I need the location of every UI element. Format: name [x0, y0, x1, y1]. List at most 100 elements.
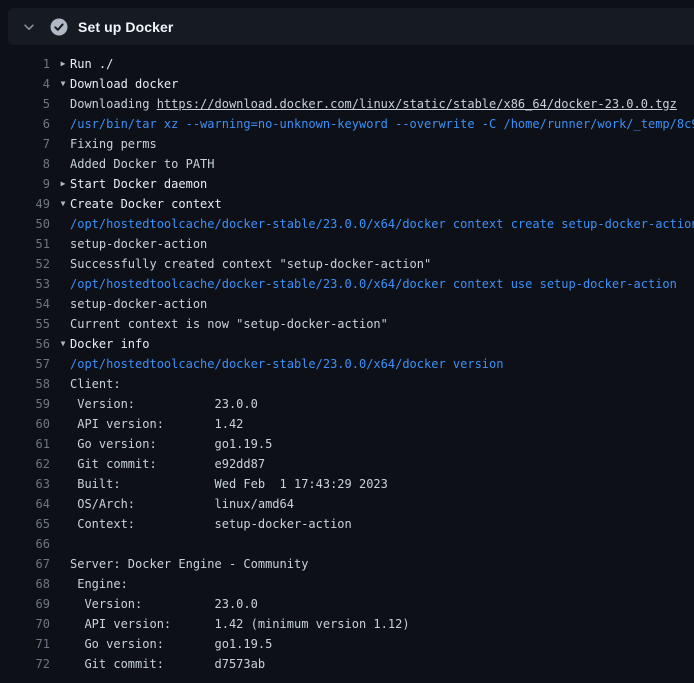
line-number[interactable]: 62 — [0, 454, 50, 474]
log-text: Git commit: e92dd87 — [70, 454, 265, 474]
log-text-segment: /opt/hostedtoolcache/docker-stable/23.0.… — [70, 277, 677, 291]
log-line: 61 Go version: go1.19.5 — [0, 434, 694, 454]
line-number[interactable]: 59 — [0, 394, 50, 414]
log-text: Fixing perms — [70, 134, 157, 154]
line-number[interactable]: 51 — [0, 234, 50, 254]
log-link[interactable]: https://download.docker.com/linux/static… — [157, 97, 677, 111]
log-text-segment: Git commit: e92dd87 — [70, 457, 265, 471]
log-text-segment: /opt/hostedtoolcache/docker-stable/23.0.… — [70, 357, 503, 371]
log-line: 8 Added Docker to PATH — [0, 154, 694, 174]
log-group-row[interactable]: 9 ▶Start Docker daemon — [0, 174, 694, 194]
group-title[interactable]: Run ./ — [70, 54, 113, 74]
line-number[interactable]: 50 — [0, 214, 50, 234]
log-text-segment: Server: Docker Engine - Community — [70, 557, 308, 571]
log-line: 58 Client: — [0, 374, 694, 394]
log-line: 51 setup-docker-action — [0, 234, 694, 254]
group-expanded-icon[interactable]: ▼ — [57, 194, 69, 214]
log-text-segment: Engine: — [70, 577, 128, 591]
log-text-segment: Built: Wed Feb 1 17:43:29 2023 — [70, 477, 388, 491]
log-text: Added Docker to PATH — [70, 154, 215, 174]
group-expanded-icon[interactable]: ▼ — [57, 334, 69, 354]
log-text: API version: 1.42 (minimum version 1.12) — [70, 614, 410, 634]
log-text-segment: Client: — [70, 377, 121, 391]
log-text: Version: 23.0.0 — [70, 594, 258, 614]
log-text: setup-docker-action — [70, 294, 207, 314]
log-line: 57/opt/hostedtoolcache/docker-stable/23.… — [0, 354, 694, 374]
group-collapsed-icon[interactable]: ▶ — [57, 54, 69, 74]
group-expanded-icon[interactable]: ▼ — [57, 74, 69, 94]
log-group-row[interactable]: 1 ▶Run ./ — [0, 54, 694, 74]
line-number[interactable]: 4 — [0, 74, 50, 94]
step-header[interactable]: Set up Docker — [8, 8, 694, 45]
line-number[interactable]: 72 — [0, 654, 50, 674]
log-group-row[interactable]: 56 ▼Docker info — [0, 334, 694, 354]
line-number[interactable]: 56 — [0, 334, 50, 354]
line-number[interactable]: 7 — [0, 134, 50, 154]
line-number[interactable]: 66 — [0, 534, 50, 554]
log-text-segment: Version: 23.0.0 — [70, 597, 258, 611]
line-number[interactable]: 9 — [0, 174, 50, 194]
log-container: 1▶Run ./4▼Download docker5Downloading ht… — [0, 45, 694, 674]
line-number[interactable]: 53 — [0, 274, 50, 294]
log-line: 65 Context: setup-docker-action — [0, 514, 694, 534]
line-number[interactable]: 6 — [0, 114, 50, 134]
line-number[interactable]: 58 — [0, 374, 50, 394]
line-number[interactable]: 5 — [0, 94, 50, 114]
log-line: 64 OS/Arch: linux/amd64 — [0, 494, 694, 514]
line-number[interactable]: 68 — [0, 574, 50, 594]
log-text-segment: Go version: go1.19.5 — [70, 437, 272, 451]
log-text-segment: OS/Arch: linux/amd64 — [70, 497, 294, 511]
check-circle-icon — [50, 18, 68, 36]
log-text-segment: Successfully created context "setup-dock… — [70, 257, 431, 271]
log-text-segment: /usr/bin/tar xz --warning=no-unknown-key… — [70, 117, 694, 131]
line-number[interactable]: 67 — [0, 554, 50, 574]
line-number[interactable]: 52 — [0, 254, 50, 274]
line-number[interactable]: 8 — [0, 154, 50, 174]
log-text: Go version: go1.19.5 — [70, 434, 272, 454]
log-text-segment: Go version: go1.19.5 — [70, 637, 272, 651]
log-text-segment: Version: 23.0.0 — [70, 397, 258, 411]
log-text-segment: setup-docker-action — [70, 237, 207, 251]
log-text-segment: Current context is now "setup-docker-act… — [70, 317, 388, 331]
log-group-row[interactable]: 4 ▼Download docker — [0, 74, 694, 94]
line-number[interactable]: 63 — [0, 474, 50, 494]
group-title[interactable]: Start Docker daemon — [70, 174, 207, 194]
log-line: 70 API version: 1.42 (minimum version 1.… — [0, 614, 694, 634]
log-line: 50/opt/hostedtoolcache/docker-stable/23.… — [0, 214, 694, 234]
log-text: Downloading https://download.docker.com/… — [70, 94, 677, 114]
line-number[interactable]: 57 — [0, 354, 50, 374]
log-text: Built: Wed Feb 1 17:43:29 2023 — [70, 474, 388, 494]
log-text: Successfully created context "setup-dock… — [70, 254, 431, 274]
log-text: Current context is now "setup-docker-act… — [70, 314, 388, 334]
line-number[interactable]: 55 — [0, 314, 50, 334]
line-number[interactable]: 54 — [0, 294, 50, 314]
group-title[interactable]: Create Docker context — [70, 194, 222, 214]
log-line: 68 Engine: — [0, 574, 694, 594]
line-number[interactable]: 69 — [0, 594, 50, 614]
log-line: 71 Go version: go1.19.5 — [0, 634, 694, 654]
log-text: OS/Arch: linux/amd64 — [70, 494, 294, 514]
log-text-segment: Fixing perms — [70, 137, 157, 151]
log-line: 60 API version: 1.42 — [0, 414, 694, 434]
line-number[interactable]: 71 — [0, 634, 50, 654]
line-number[interactable]: 49 — [0, 194, 50, 214]
line-number[interactable]: 70 — [0, 614, 50, 634]
log-line: 67 Server: Docker Engine - Community — [0, 554, 694, 574]
line-number[interactable]: 61 — [0, 434, 50, 454]
log-group-row[interactable]: 49 ▼Create Docker context — [0, 194, 694, 214]
log-text: /opt/hostedtoolcache/docker-stable/23.0.… — [70, 274, 677, 294]
line-number[interactable]: 1 — [0, 54, 50, 74]
log-line: 63 Built: Wed Feb 1 17:43:29 2023 — [0, 474, 694, 494]
group-collapsed-icon[interactable]: ▶ — [57, 174, 69, 194]
group-title[interactable]: Docker info — [70, 334, 149, 354]
log-line: 55 Current context is now "setup-docker-a… — [0, 314, 694, 334]
chevron-down-icon[interactable] — [18, 20, 40, 34]
line-number[interactable]: 60 — [0, 414, 50, 434]
log-text: API version: 1.42 — [70, 414, 243, 434]
log-line: 54 setup-docker-action — [0, 294, 694, 314]
group-title[interactable]: Download docker — [70, 74, 178, 94]
line-number[interactable]: 65 — [0, 514, 50, 534]
log-line: 52 Successfully created context "setup-do… — [0, 254, 694, 274]
line-number[interactable]: 64 — [0, 494, 50, 514]
log-text: /opt/hostedtoolcache/docker-stable/23.0.… — [70, 214, 694, 234]
